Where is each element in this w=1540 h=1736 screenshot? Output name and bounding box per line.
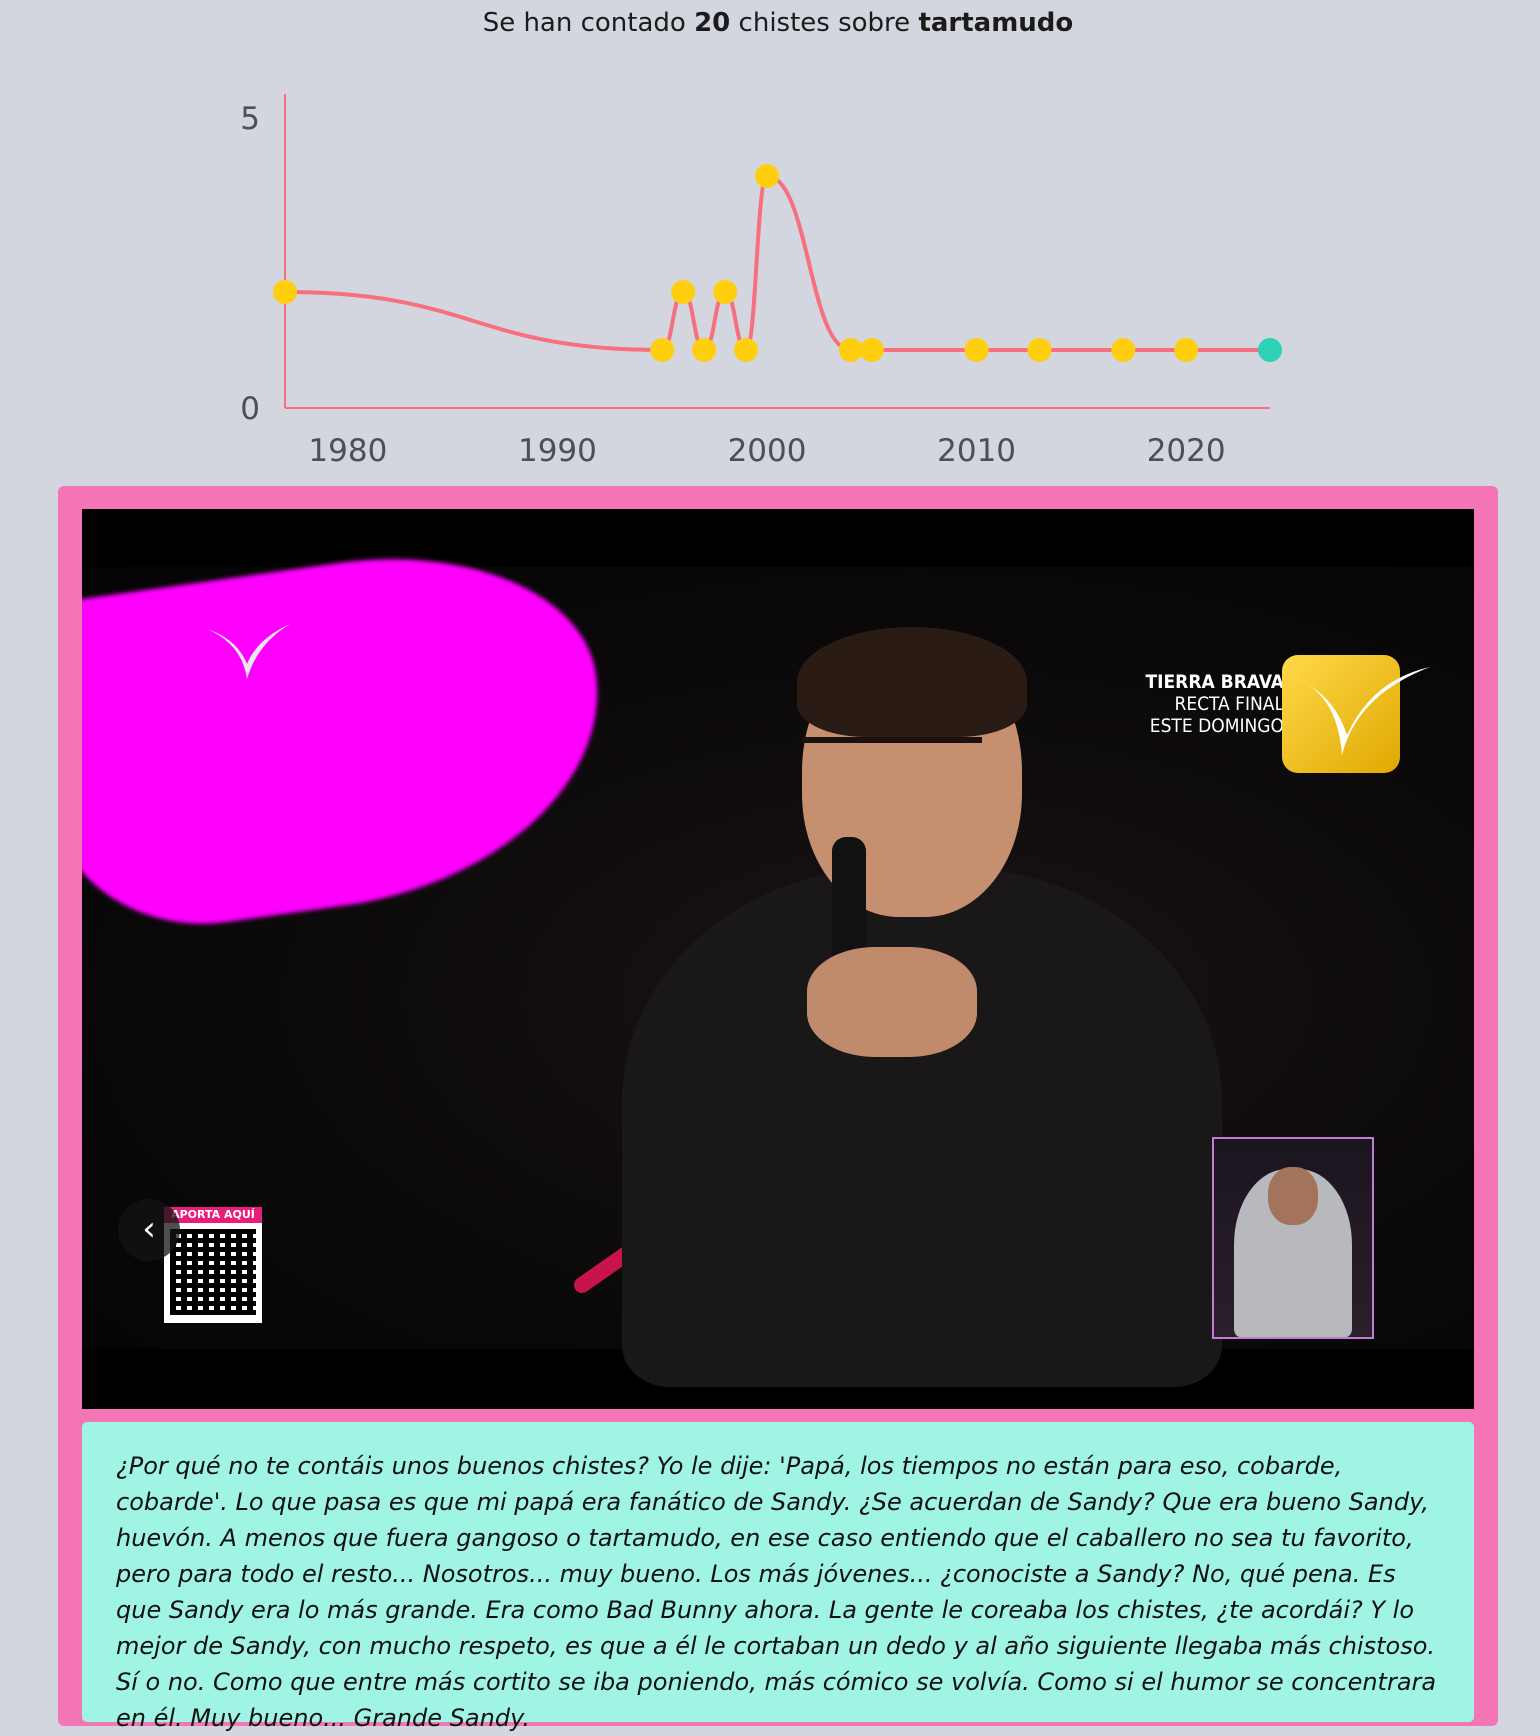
x-tick-label: 1990 bbox=[518, 433, 597, 469]
video-player[interactable]: TIERRA BRAVA RECTA FINAL ESTE DOMINGO AP… bbox=[82, 509, 1474, 1409]
joke-text: ¿Por qué no te contáis unos buenos chist… bbox=[116, 1452, 1437, 1732]
promo-line-3: ESTE DOMINGO bbox=[1149, 715, 1284, 737]
data-point[interactable] bbox=[1174, 338, 1199, 362]
promo-line-2: RECTA FINAL bbox=[1174, 693, 1284, 715]
data-point[interactable] bbox=[273, 280, 297, 304]
data-point[interactable] bbox=[650, 338, 675, 362]
data-point[interactable] bbox=[1258, 338, 1282, 362]
joke-count: 20 bbox=[694, 8, 731, 38]
data-point[interactable] bbox=[671, 280, 696, 304]
x-tick-label: 1980 bbox=[308, 433, 387, 469]
comedian-body bbox=[622, 867, 1222, 1387]
series-line bbox=[284, 173, 1270, 353]
data-point[interactable] bbox=[838, 338, 863, 362]
jokes-per-year-chart: 1980 1990 2000 2010 2020 0 5 bbox=[240, 94, 1282, 469]
data-point[interactable] bbox=[734, 338, 759, 362]
y-tick-label: 0 bbox=[240, 391, 260, 427]
magenta-spotlight bbox=[82, 529, 623, 945]
channel-promo-text: TIERRA BRAVA RECTA FINAL ESTE DOMINGO bbox=[1132, 671, 1284, 737]
joke-transcript: ¿Por qué no te contáis unos buenos chist… bbox=[82, 1422, 1474, 1732]
data-point[interactable] bbox=[859, 338, 884, 362]
x-tick-label: 2020 bbox=[1147, 433, 1226, 469]
sign-language-interpreter-inset bbox=[1212, 1137, 1374, 1339]
data-point[interactable] bbox=[964, 338, 989, 362]
headline-middle: chistes sobre bbox=[730, 8, 919, 38]
data-point[interactable] bbox=[1111, 338, 1136, 362]
data-point[interactable] bbox=[1027, 338, 1052, 362]
comedian-hair bbox=[797, 627, 1027, 737]
x-tick-label: 2010 bbox=[937, 433, 1016, 469]
chevron-left-icon: ‹ bbox=[142, 1209, 156, 1249]
joke-card: TIERRA BRAVA RECTA FINAL ESTE DOMINGO AP… bbox=[58, 486, 1498, 1732]
x-tick-label: 2000 bbox=[728, 433, 807, 469]
data-point[interactable] bbox=[713, 280, 738, 304]
y-tick-label: 5 bbox=[240, 101, 260, 137]
interpreter-head bbox=[1268, 1167, 1318, 1225]
qr-pattern bbox=[170, 1229, 256, 1315]
previous-button[interactable]: ‹ bbox=[118, 1199, 180, 1261]
promo-line-1: TIERRA BRAVA bbox=[1145, 671, 1284, 693]
topic-name: tartamudo bbox=[918, 8, 1074, 38]
channel-bird-icon bbox=[207, 624, 290, 679]
headline-prefix: Se han contado bbox=[482, 8, 695, 38]
comedian-glasses bbox=[802, 737, 982, 793]
video-frame: TIERRA BRAVA RECTA FINAL ESTE DOMINGO AP… bbox=[82, 529, 1474, 1387]
data-point[interactable] bbox=[755, 164, 780, 188]
joke-count-headline: Se han contado 20 chistes sobre tartamud… bbox=[0, 8, 1540, 38]
comedian-hands bbox=[807, 947, 977, 1057]
channel-logo-icon bbox=[1282, 655, 1430, 773]
data-point[interactable] bbox=[692, 338, 717, 362]
